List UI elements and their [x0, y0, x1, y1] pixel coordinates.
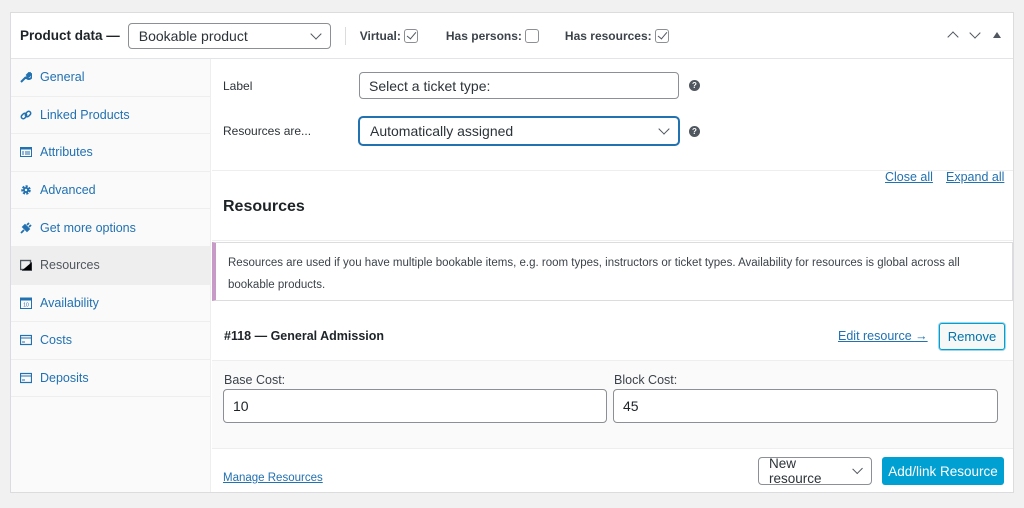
- card-icon: [20, 335, 32, 346]
- window-icon: [20, 260, 32, 272]
- sidebar-item-label: Attributes: [40, 145, 93, 160]
- resource-item-header[interactable]: #118 — General Admission Edit resource →…: [212, 315, 1013, 361]
- sidebar-item-label: Deposits: [40, 371, 89, 386]
- resources-notice: Resources are used if you have multiple …: [212, 242, 1013, 301]
- sidebar-item-availability[interactable]: 10 Availability: [11, 285, 210, 323]
- calendar-icon: 10: [20, 297, 32, 309]
- resource-item-body: Base Cost: 10 Block Cost: 45: [212, 361, 1013, 449]
- expand-all-link[interactable]: Expand all: [946, 170, 1004, 184]
- sidebar-item-attributes[interactable]: Attributes: [11, 134, 210, 172]
- sidebar-item-deposits[interactable]: Deposits: [11, 360, 210, 398]
- svg-text:10: 10: [23, 302, 29, 308]
- assign-field-label: Resources are...: [223, 124, 312, 138]
- help-icon[interactable]: ?: [689, 125, 700, 137]
- sidebar-item-get-more-options[interactable]: Get more options: [11, 209, 210, 247]
- close-all-link[interactable]: Close all: [885, 170, 933, 184]
- chevron-down-icon: [658, 123, 670, 135]
- card-icon: [20, 372, 32, 384]
- manage-resources-link[interactable]: Manage Resources: [223, 472, 323, 484]
- sidebar: General Linked Products Attributes Advan…: [11, 59, 211, 492]
- resources-heading: Resources: [223, 198, 305, 215]
- move-up-icon[interactable]: [947, 31, 959, 43]
- block-cost-value: 45: [623, 398, 639, 414]
- edit-resource-link[interactable]: Edit resource →: [838, 329, 928, 343]
- sidebar-item-resources[interactable]: Resources: [11, 246, 210, 285]
- assign-value: Automatically assigned: [370, 123, 514, 139]
- has-persons-checkbox[interactable]: [524, 28, 539, 43]
- wrench-icon: [20, 72, 32, 84]
- virtual-checkbox[interactable]: [403, 28, 418, 43]
- has-persons-label: Has persons:: [445, 28, 522, 43]
- sidebar-item-linked-products[interactable]: Linked Products: [11, 97, 210, 135]
- label-input-value: Select a ticket type:: [369, 77, 491, 94]
- panel-title: Product data —: [20, 28, 120, 43]
- label-input[interactable]: Select a ticket type:: [359, 72, 679, 99]
- divider: [344, 26, 346, 45]
- has-resources-label: Has resources:: [564, 28, 652, 43]
- virtual-label: Virtual:: [359, 28, 401, 43]
- link-icon: [20, 110, 32, 120]
- chevron-down-icon: [851, 463, 863, 475]
- new-resource-select[interactable]: New resource: [758, 456, 872, 486]
- product-data-panel: Product data — Bookable product Virtual:…: [10, 12, 1014, 493]
- base-cost-input[interactable]: 10: [223, 389, 607, 423]
- list-icon: [20, 147, 32, 158]
- sidebar-item-label: Get more options: [40, 220, 136, 235]
- has-resources-checkbox[interactable]: [654, 28, 669, 43]
- resources-panel: Label Select a ticket type: ? Resources …: [212, 59, 1013, 492]
- sidebar-item-advanced[interactable]: Advanced: [11, 172, 210, 210]
- gear-icon: [21, 185, 31, 195]
- sidebar-item-general[interactable]: General: [11, 59, 210, 97]
- sidebar-item-costs[interactable]: Costs: [11, 322, 210, 360]
- base-cost-value: 10: [233, 398, 249, 414]
- remove-button[interactable]: Remove: [939, 323, 1005, 350]
- sidebar-item-label: Costs: [40, 333, 72, 348]
- block-cost-label: Block Cost:: [614, 373, 678, 387]
- product-type-value: Bookable product: [138, 27, 248, 44]
- sidebar-item-label: Linked Products: [40, 107, 130, 122]
- plug-icon: [20, 222, 32, 234]
- add-link-resource-button[interactable]: Add/link Resource: [882, 457, 1004, 485]
- resource-title: #118 — General Admission: [224, 329, 385, 343]
- resources-assignment-select[interactable]: Automatically assigned: [359, 117, 679, 145]
- block-cost-input[interactable]: 45: [613, 389, 998, 423]
- new-resource-value: New resource: [769, 456, 822, 486]
- chevron-down-icon: [310, 27, 322, 40]
- sidebar-item-label: General: [40, 70, 85, 85]
- product-type-select[interactable]: Bookable product: [127, 22, 331, 49]
- sidebar-item-label: Availability: [40, 295, 99, 310]
- move-down-icon[interactable]: [969, 27, 981, 39]
- panel-header: Product data — Bookable product Virtual:…: [11, 13, 1013, 59]
- base-cost-label: Base Cost:: [224, 373, 286, 387]
- sidebar-item-label: Resources: [40, 258, 100, 273]
- help-icon[interactable]: ?: [689, 80, 700, 91]
- sidebar-item-label: Advanced: [40, 183, 96, 198]
- collapse-toggle-icon[interactable]: [993, 32, 1001, 38]
- label-field-label: Label: [223, 78, 253, 93]
